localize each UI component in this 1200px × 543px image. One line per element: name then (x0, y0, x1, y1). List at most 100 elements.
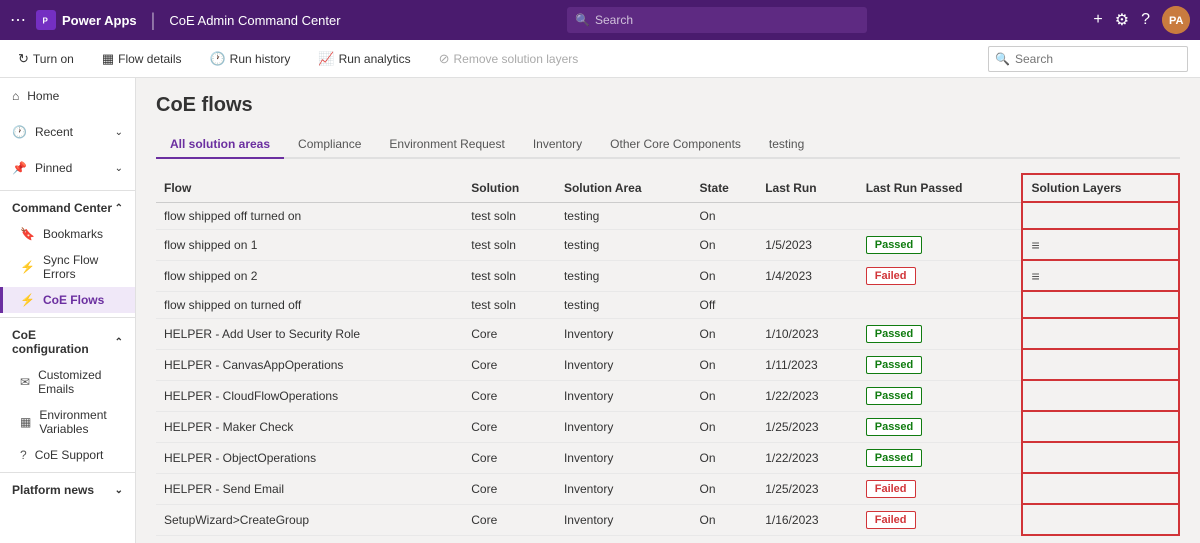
table-row: SetupWizard>CreateGroupCoreInventoryOn1/… (156, 504, 1179, 535)
global-search-wrap: 🔍 (567, 7, 867, 33)
solution-cell: test soln (463, 229, 556, 260)
flows-table-wrap: Flow Solution Solution Area State Last R… (156, 173, 1180, 536)
table-row: HELPER - ObjectOperationsCoreInventoryOn… (156, 442, 1179, 473)
flow-cell: HELPER - Maker Check (156, 411, 463, 442)
app-name: Power Apps (62, 13, 137, 28)
solution-cell: Core (463, 411, 556, 442)
sidebar-item-sync-flow-errors[interactable]: ⚡ Sync Flow Errors (0, 247, 135, 287)
run-history-icon: 🕐 (209, 51, 225, 67)
flow-cell: flow shipped on 1 (156, 229, 463, 260)
coe-configuration-label: CoE configuration (12, 328, 115, 356)
sidebar-item-coe-flows[interactable]: ⚡ CoE Flows (0, 287, 135, 313)
area-cell: Inventory (556, 504, 692, 535)
help-icon[interactable]: ? (1141, 11, 1150, 29)
run-analytics-button[interactable]: 📈 Run analytics (312, 48, 416, 70)
sidebar-item-coe-support[interactable]: ? CoE Support (0, 442, 135, 468)
remove-solution-layers-button[interactable]: ⊘ Remove solution layers (433, 48, 585, 70)
avatar[interactable]: PA (1162, 6, 1190, 34)
last-run-passed-cell: Passed (858, 442, 1023, 473)
tab-other-core-components[interactable]: Other Core Components (596, 131, 755, 159)
solution-cell: test soln (463, 291, 556, 318)
area-cell: Inventory (556, 442, 692, 473)
platform-news-section-header[interactable]: Platform news ⌄ (0, 477, 135, 503)
table-row: HELPER - Add User to Security RoleCoreIn… (156, 318, 1179, 349)
solution-layers-cell (1022, 291, 1179, 318)
tab-compliance[interactable]: Compliance (284, 131, 375, 159)
last-run-passed-cell: Passed (858, 380, 1023, 411)
apps-grid-icon[interactable]: ⋯ (10, 10, 26, 30)
passed-badge: Passed (866, 418, 923, 436)
last-run-cell: 1/16/2023 (757, 504, 858, 535)
flow-cell: flow shipped off turned on (156, 202, 463, 229)
command-center-section-header[interactable]: Command Center ⌃ (0, 195, 135, 221)
add-icon[interactable]: + (1093, 11, 1102, 29)
flow-details-button[interactable]: ▦ Flow details (96, 48, 188, 70)
state-cell: On (692, 202, 758, 229)
app-context-title: CoE Admin Command Center (169, 13, 340, 28)
customized-emails-label: Customized Emails (38, 368, 123, 396)
solution-cell: test soln (463, 202, 556, 229)
flow-cell: flow shipped on turned off (156, 291, 463, 318)
run-history-button[interactable]: 🕐 Run history (203, 48, 296, 70)
content-search-icon: 🔍 (995, 52, 1010, 66)
col-header-solution-area: Solution Area (556, 174, 692, 202)
main-content: CoE flows All solution areas Compliance … (136, 78, 1200, 543)
area-cell: testing (556, 229, 692, 260)
home-label: Home (27, 89, 59, 103)
passed-badge: Passed (866, 236, 923, 254)
last-run-passed-cell: Failed (858, 473, 1023, 504)
solution-layers-cell (1022, 473, 1179, 504)
flow-cell: flow shipped on 2 (156, 260, 463, 291)
table-row: HELPER - CanvasAppOperationsCoreInventor… (156, 349, 1179, 380)
flow-cell: HELPER - CloudFlowOperations (156, 380, 463, 411)
sidebar-divider-1 (0, 190, 135, 191)
last-run-cell: 1/11/2023 (757, 349, 858, 380)
tab-environment-request[interactable]: Environment Request (375, 131, 518, 159)
tab-all-solution-areas[interactable]: All solution areas (156, 131, 284, 159)
content-search-wrap: 🔍 (988, 46, 1188, 72)
bookmarks-icon: 🔖 (20, 227, 35, 241)
state-cell: On (692, 380, 758, 411)
pinned-label: Pinned (35, 161, 72, 175)
turn-on-button[interactable]: ↻ Turn on (12, 48, 80, 70)
tab-testing[interactable]: testing (755, 131, 818, 159)
area-cell: Inventory (556, 473, 692, 504)
recent-label: Recent (35, 125, 73, 139)
last-run-passed-cell: Passed (858, 318, 1023, 349)
solution-layers-cell: ≡ (1022, 229, 1179, 260)
table-row: flow shipped on 2test solntestingOn1/4/2… (156, 260, 1179, 291)
top-bar-actions: + ⚙ ? PA (1093, 6, 1190, 34)
sidebar-divider-2 (0, 317, 135, 318)
sidebar-item-bookmarks[interactable]: 🔖 Bookmarks (0, 221, 135, 247)
top-bar: ⋯ P Power Apps | CoE Admin Command Cente… (0, 0, 1200, 40)
tabs-bar: All solution areas Compliance Environmen… (156, 131, 1180, 159)
area-cell: Inventory (556, 349, 692, 380)
table-body: flow shipped off turned ontest solntesti… (156, 202, 1179, 535)
settings-icon[interactable]: ⚙ (1115, 10, 1129, 30)
table-row: HELPER - CloudFlowOperationsCoreInventor… (156, 380, 1179, 411)
solution-layers-cell (1022, 349, 1179, 380)
coe-support-label: CoE Support (35, 448, 104, 462)
global-search-input[interactable] (567, 7, 867, 33)
coe-support-icon: ? (20, 448, 27, 462)
col-header-flow: Flow (156, 174, 463, 202)
solution-layers-cell (1022, 411, 1179, 442)
sidebar-item-recent[interactable]: 🕐 Recent ⌄ (0, 114, 135, 150)
pinned-expand-icon: ⌄ (115, 163, 123, 174)
last-run-cell: 1/4/2023 (757, 260, 858, 291)
state-cell: On (692, 260, 758, 291)
last-run-cell: 1/25/2023 (757, 411, 858, 442)
sidebar-item-pinned[interactable]: 📌 Pinned ⌄ (0, 150, 135, 186)
content-search-input[interactable] (988, 46, 1188, 72)
solution-cell: Core (463, 442, 556, 473)
sidebar-item-home[interactable]: ⌂ Home (0, 78, 135, 114)
area-cell: testing (556, 260, 692, 291)
sidebar-item-environment-variables[interactable]: ▦ Environment Variables (0, 402, 135, 442)
run-analytics-icon: 📈 (318, 51, 334, 67)
pinned-icon: 📌 (12, 161, 27, 175)
coe-configuration-section-header[interactable]: CoE configuration ⌃ (0, 322, 135, 362)
state-cell: Off (692, 291, 758, 318)
tab-inventory[interactable]: Inventory (519, 131, 596, 159)
table-row: HELPER - Maker CheckCoreInventoryOn1/25/… (156, 411, 1179, 442)
sidebar-item-customized-emails[interactable]: ✉ Customized Emails (0, 362, 135, 402)
